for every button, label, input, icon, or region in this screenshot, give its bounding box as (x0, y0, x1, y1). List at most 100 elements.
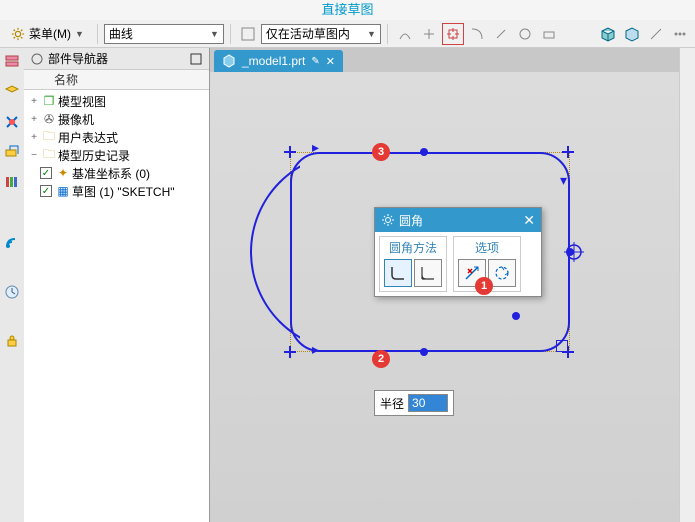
fillet-method-trim[interactable] (384, 259, 412, 287)
gear-icon (381, 213, 395, 227)
checkbox-icon[interactable]: ✓ (40, 167, 52, 179)
radius-label: 半径 (380, 395, 404, 412)
rail-assembly-icon[interactable] (2, 82, 22, 102)
curve-combo-label: 曲线 (109, 25, 133, 42)
tool-icon-1[interactable] (394, 23, 416, 45)
corner-marker (556, 340, 568, 352)
callout-badge-1: 1 (475, 277, 493, 295)
collapse-icon[interactable]: − (28, 150, 40, 161)
endpoint-marker (562, 146, 574, 158)
popup-title-text: 圆角 (399, 212, 423, 229)
arrow-marker: ▸ (312, 341, 319, 358)
part-icon (222, 54, 236, 68)
tool-icon-5[interactable] (490, 23, 512, 45)
tab-label: _model1.prt (242, 54, 305, 68)
radius-input-box: 半径 (374, 390, 454, 416)
app-title: 直接草图 (0, 0, 695, 20)
folder-icon: 🗀 (42, 148, 56, 162)
canvas[interactable]: ▸ ▸ ▾ 3 2 圆角 ✕ 圆角方法 (210, 72, 695, 522)
pin-icon[interactable] (189, 52, 203, 66)
target-marker (564, 242, 584, 262)
curve-type-combo[interactable]: 曲线 ▼ (104, 24, 224, 44)
view-more-icon[interactable] (669, 23, 691, 45)
nav-panel-icon (30, 52, 44, 66)
group-label: 选项 (458, 239, 516, 256)
tab-strip: _model1.prt ✎ ✕ (210, 48, 695, 72)
menu-label: 菜单(M) (29, 25, 71, 42)
scope-combo-label: 仅在活动草图内 (266, 25, 350, 42)
close-icon[interactable]: ✕ (523, 212, 535, 229)
rail-robot-icon[interactable] (2, 332, 22, 352)
folder-icon: 🗀 (42, 130, 56, 144)
tool-icon-2[interactable] (418, 23, 440, 45)
chevron-down-icon: ▼ (75, 29, 84, 39)
tree-node-history[interactable]: − 🗀 模型历史记录 (24, 146, 209, 164)
midpoint-marker (512, 312, 520, 320)
expand-icon[interactable]: + (28, 114, 40, 125)
sketch-icon: ▦ (56, 184, 70, 198)
col-header-name[interactable]: 名称 (24, 70, 209, 90)
node-label: 基准坐标系 (0) (72, 165, 150, 182)
chevron-down-icon: ▼ (210, 29, 219, 39)
node-label: 草图 (1) "SKETCH" (72, 183, 175, 200)
endpoint-marker (284, 346, 296, 358)
rail-clock-icon[interactable] (2, 282, 22, 302)
tool-icon-4[interactable] (466, 23, 488, 45)
rail-constraint-icon[interactable] (2, 112, 22, 132)
gear-icon (11, 27, 25, 41)
popup-titlebar[interactable]: 圆角 ✕ (375, 208, 541, 232)
tool-icon-7[interactable] (538, 23, 560, 45)
close-icon[interactable]: ✕ (326, 55, 335, 68)
node-label: 模型视图 (58, 93, 106, 110)
modified-icon: ✎ (311, 56, 319, 67)
nav-title: 部件导航器 (48, 50, 108, 67)
arrow-marker: ▾ (560, 172, 567, 189)
callout-badge-2: 2 (372, 350, 390, 368)
menu-button[interactable]: 菜单(M) ▼ (4, 22, 91, 45)
chevron-down-icon: ▼ (367, 29, 376, 39)
node-label: 摄像机 (58, 111, 94, 128)
view-shade-icon[interactable] (621, 23, 643, 45)
nav-header: 部件导航器 (24, 48, 209, 70)
nav-tree: + ❒ 模型视图 + ✇ 摄像机 + 🗀 用户表达式 − 🗀 模型历史记录 ✓ (24, 90, 209, 202)
document-tab[interactable]: _model1.prt ✎ ✕ (214, 50, 343, 72)
tool-icon-3[interactable] (442, 23, 464, 45)
node-label: 模型历史记录 (58, 147, 130, 164)
node-label: 用户表达式 (58, 129, 118, 146)
scope-combo[interactable]: 仅在活动草图内 ▼ (261, 24, 381, 44)
endpoint-marker (284, 146, 296, 158)
expand-icon[interactable]: + (28, 132, 40, 143)
fillet-popup: 圆角 ✕ 圆角方法 选项 (374, 207, 542, 297)
arrow-marker: ▸ (312, 139, 319, 156)
rail-books-icon[interactable] (2, 172, 22, 192)
part-navigator-panel: 部件导航器 名称 + ❒ 模型视图 + ✇ 摄像机 + 🗀 用户表达式 − (24, 48, 210, 522)
checkbox-icon[interactable]: ✓ (40, 185, 52, 197)
callout-badge-3: 3 (372, 143, 390, 161)
tree-node-user-expr[interactable]: + 🗀 用户表达式 (24, 128, 209, 146)
vertical-scrollbar[interactable] (679, 48, 695, 522)
tool-icon-6[interactable] (514, 23, 536, 45)
csys-icon: ✦ (56, 166, 70, 180)
midpoint-marker (420, 348, 428, 356)
rail-datum-icon[interactable] (2, 142, 22, 162)
view-cube-icon[interactable] (597, 23, 619, 45)
tree-node-datum-csys[interactable]: ✓ ✦ 基准坐标系 (0) (24, 164, 209, 182)
main-toolbar: 菜单(M) ▼ 曲线 ▼ 仅在活动草图内 ▼ (0, 20, 695, 48)
group-label: 圆角方法 (384, 239, 442, 256)
tree-node-cameras[interactable]: + ✇ 摄像机 (24, 110, 209, 128)
radius-input[interactable] (408, 394, 448, 412)
expand-icon[interactable]: + (28, 96, 40, 107)
graphics-area: _model1.prt ✎ ✕ ▸ ▸ ▾ (210, 48, 695, 522)
camera-icon: ✇ (42, 112, 56, 126)
method-group: 圆角方法 (379, 236, 447, 292)
tree-node-model-views[interactable]: + ❒ 模型视图 (24, 92, 209, 110)
rail-signal-icon[interactable] (2, 232, 22, 252)
view-line-icon[interactable] (645, 23, 667, 45)
fillet-method-notrim[interactable] (414, 259, 442, 287)
filter-icon[interactable] (237, 23, 259, 45)
cube-icon: ❒ (42, 94, 56, 108)
tree-node-sketch[interactable]: ✓ ▦ 草图 (1) "SKETCH" (24, 182, 209, 200)
midpoint-marker (420, 148, 428, 156)
rail-nav-icon[interactable] (2, 52, 22, 72)
left-rail (0, 48, 24, 522)
